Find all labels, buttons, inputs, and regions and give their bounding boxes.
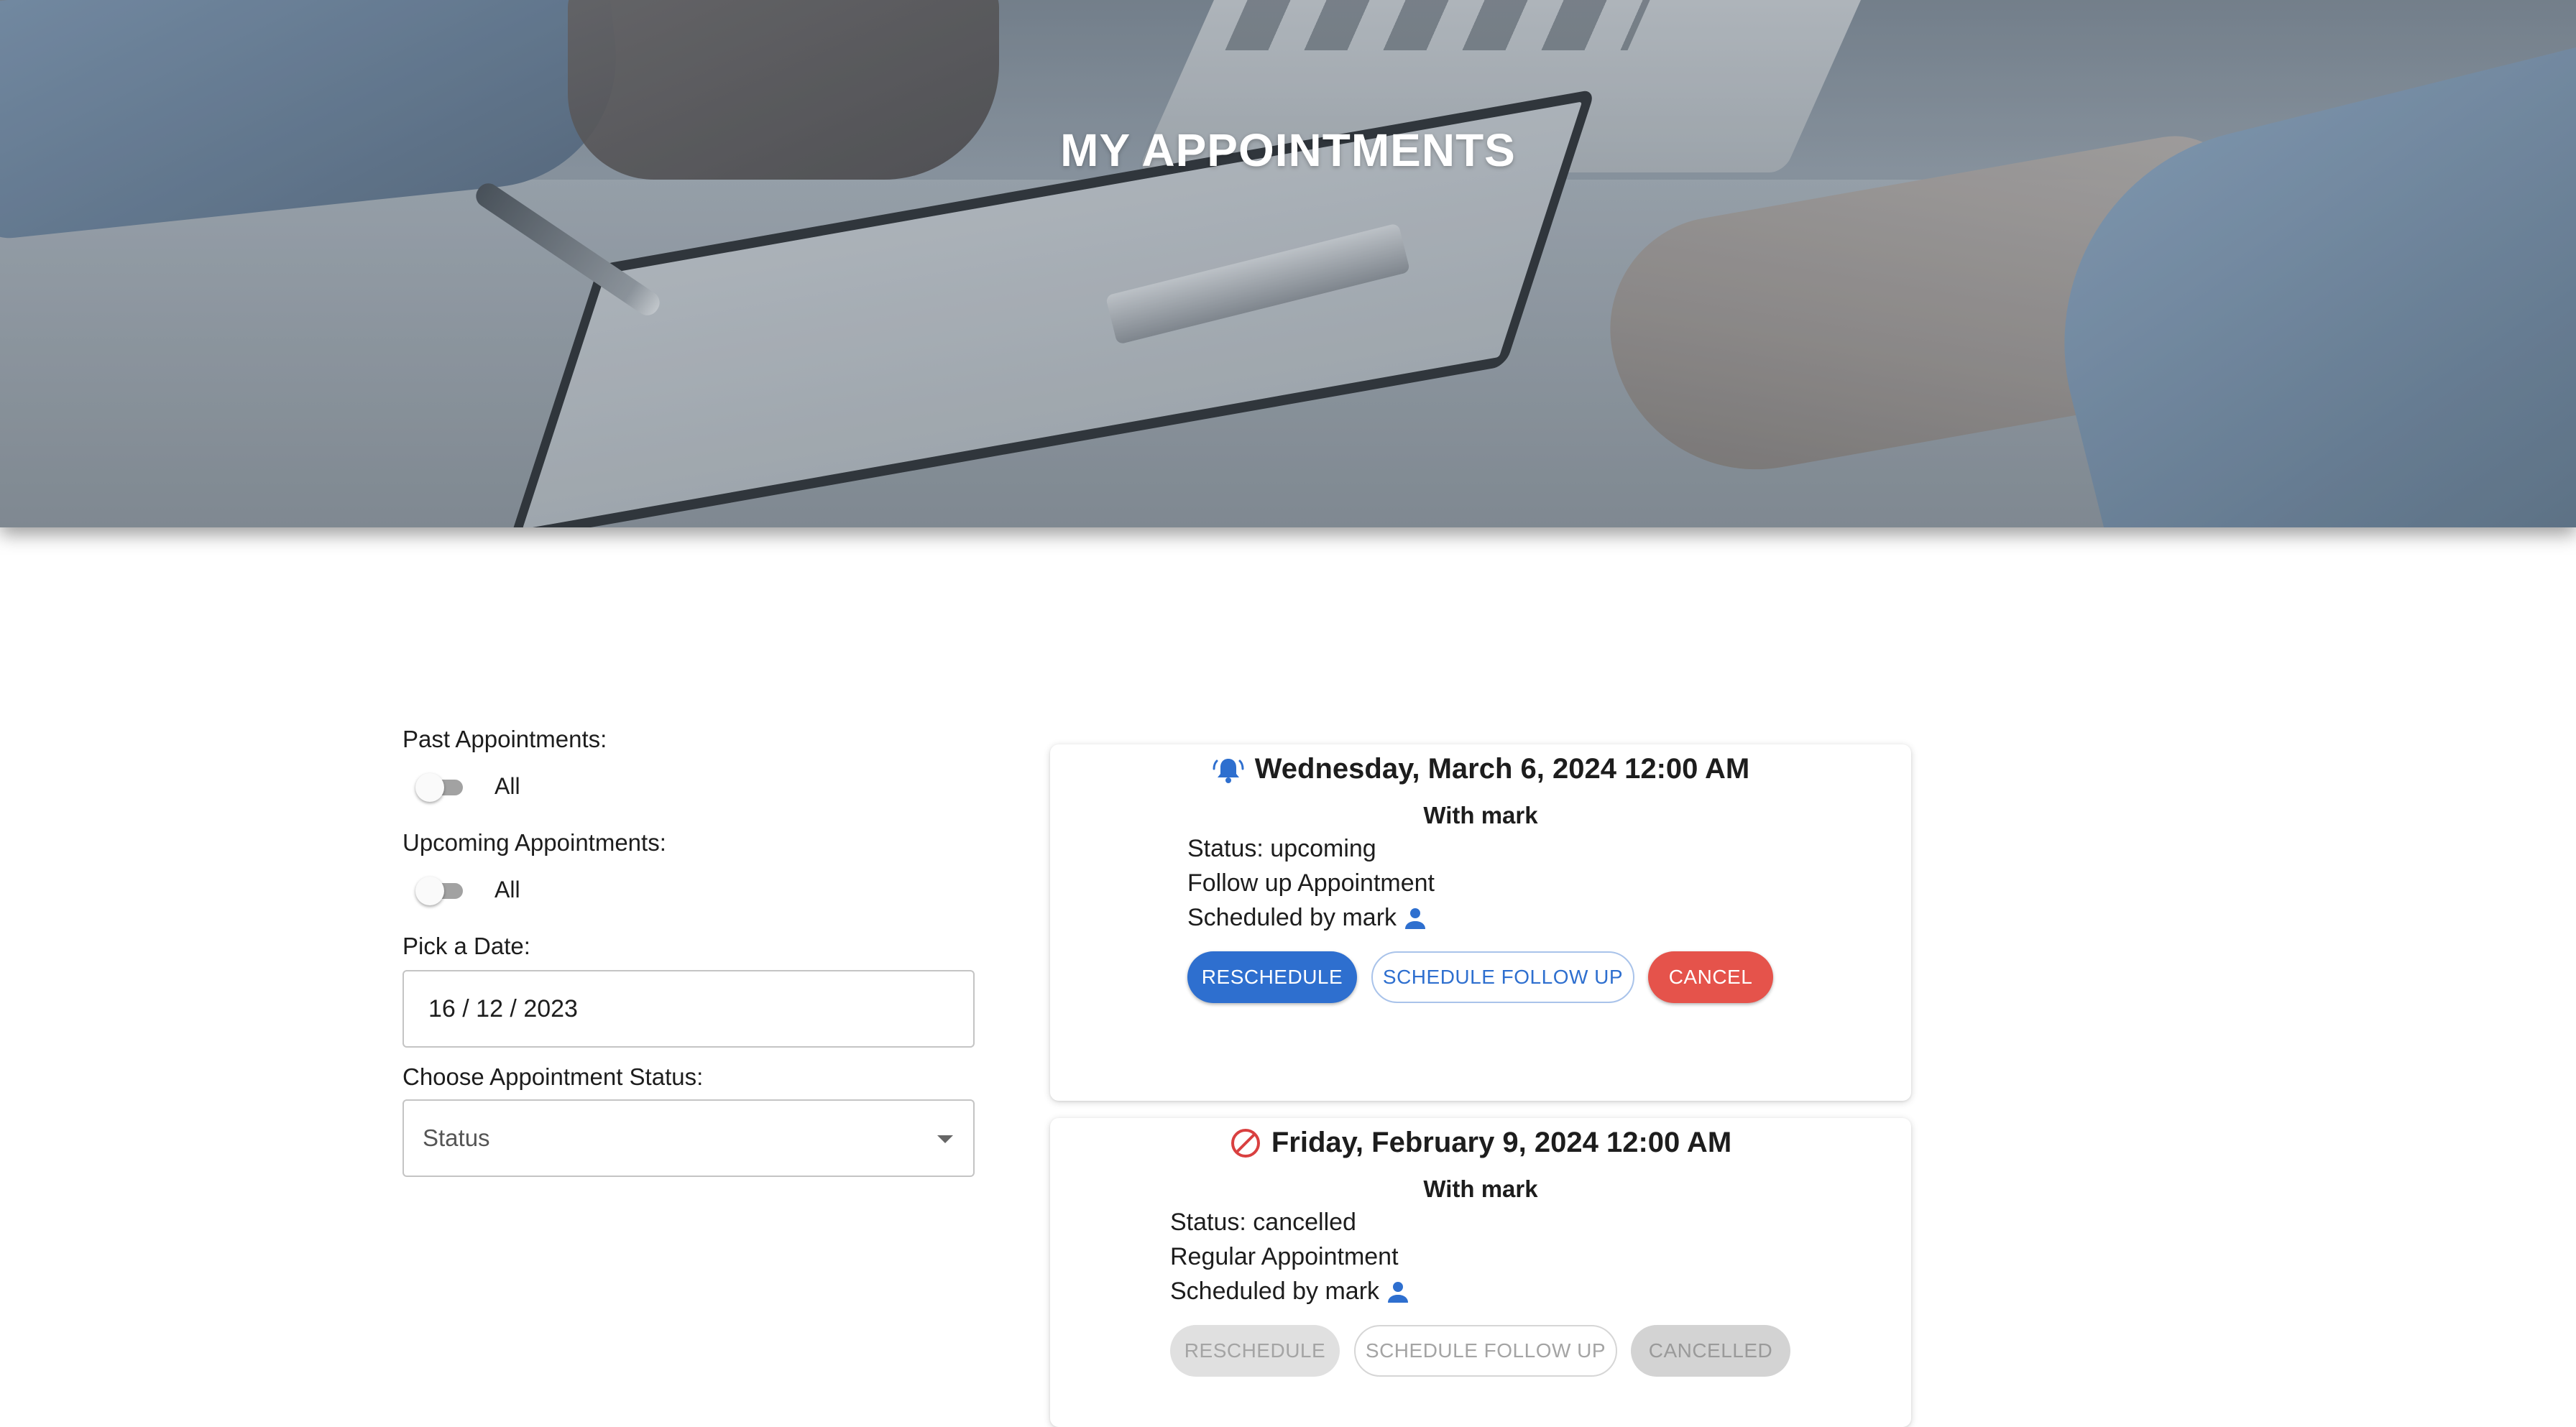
upcoming-appointments-toggle-row: All <box>415 875 520 905</box>
person-icon <box>1402 905 1428 931</box>
appointment-status: Status: upcoming <box>1187 835 1376 862</box>
appointment-type: Follow up Appointment <box>1187 869 1435 897</box>
appointment-title: Wednesday, March 6, 2024 12:00 AM <box>1050 753 1911 785</box>
upcoming-appointments-label: Upcoming Appointments: <box>402 829 666 856</box>
appointment-scheduled-by: Scheduled by mark <box>1170 1278 1411 1306</box>
cancel-button[interactable]: CANCEL <box>1648 951 1773 1003</box>
hero-overlay <box>0 0 2576 527</box>
status-select[interactable]: Status <box>402 1099 975 1177</box>
appointment-title: Friday, February 9, 2024 12:00 AM <box>1050 1127 1911 1159</box>
appointment-card: Friday, February 9, 2024 12:00 AM With m… <box>1050 1118 1911 1427</box>
page-title: MY APPOINTMENTS <box>1060 124 1516 176</box>
past-appointments-toggle-label: All <box>494 772 520 799</box>
appointment-date: Friday, February 9, 2024 12:00 AM <box>1271 1127 1732 1158</box>
upcoming-appointments-toggle-label: All <box>494 876 520 902</box>
past-appointments-label: Past Appointments: <box>402 726 607 752</box>
date-input[interactable]: 16 / 12 / 2023 <box>402 970 975 1048</box>
scheduled-by-text: Scheduled by mark <box>1187 904 1397 931</box>
past-appointments-toggle-row: All <box>415 772 520 802</box>
toggle-thumb <box>415 877 444 905</box>
appointment-card: Wednesday, March 6, 2024 12:00 AM With m… <box>1050 744 1911 1101</box>
cancelled-button-disabled: CANCELLED <box>1631 1325 1790 1377</box>
upcoming-appointments-toggle[interactable] <box>415 875 466 905</box>
reschedule-button[interactable]: RESCHEDULE <box>1187 951 1357 1003</box>
status-select-value: Status <box>423 1124 490 1151</box>
appointment-scheduled-by: Scheduled by mark <box>1187 904 1428 932</box>
reschedule-button-disabled: RESCHEDULE <box>1170 1325 1340 1377</box>
appointment-date: Wednesday, March 6, 2024 12:00 AM <box>1254 753 1750 785</box>
appointment-with: With mark <box>1423 802 1538 828</box>
appointment-with: With mark <box>1423 1176 1538 1202</box>
scheduled-by-text: Scheduled by mark <box>1170 1278 1380 1305</box>
appointment-status: Status: cancelled <box>1170 1209 1356 1236</box>
pick-date-label: Pick a Date: <box>402 933 530 959</box>
appointment-type: Regular Appointment <box>1170 1243 1399 1270</box>
status-label: Choose Appointment Status: <box>402 1063 704 1090</box>
person-icon <box>1385 1279 1411 1305</box>
caret-down-icon <box>937 1135 953 1143</box>
toggle-thumb <box>415 773 444 802</box>
hero-banner: MY APPOINTMENTS <box>0 0 2576 527</box>
past-appointments-toggle[interactable] <box>415 772 466 802</box>
cancelled-icon <box>1230 1127 1261 1159</box>
schedule-follow-up-button[interactable]: SCHEDULE FOLLOW UP <box>1371 951 1634 1003</box>
bell-ringing-icon <box>1212 754 1245 785</box>
schedule-follow-up-button-disabled: SCHEDULE FOLLOW UP <box>1354 1325 1617 1377</box>
